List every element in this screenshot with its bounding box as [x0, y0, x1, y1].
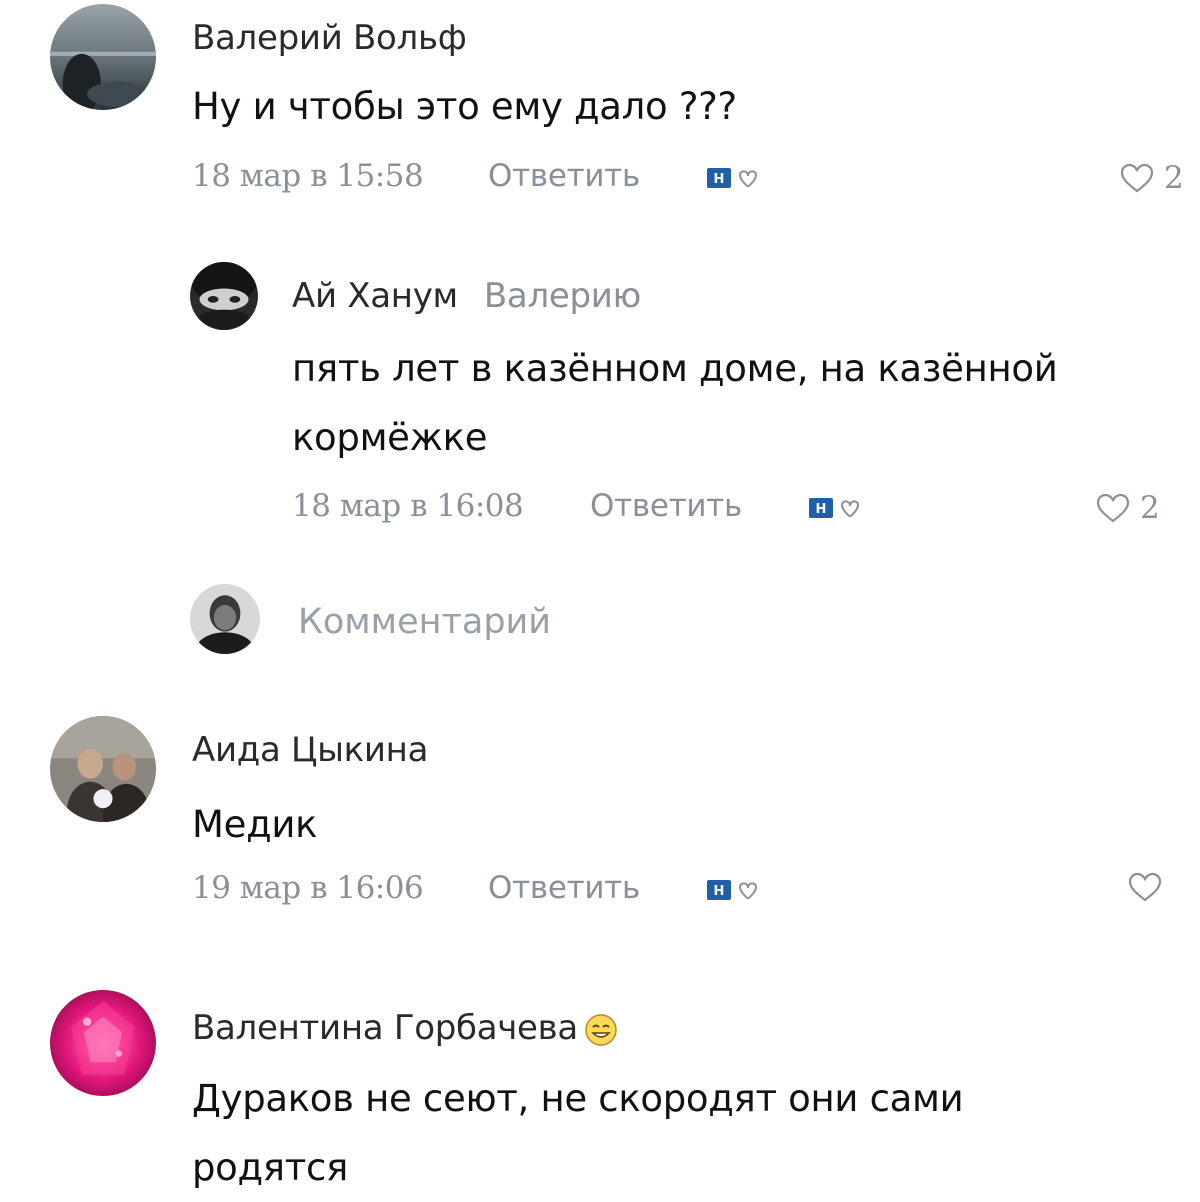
comment-text-line: пять лет в казённом доме, на казённой: [292, 347, 1058, 390]
reply-button[interactable]: Ответить: [590, 488, 742, 524]
reply-button[interactable]: Ответить: [488, 158, 640, 194]
comment-text: Дураков не сеют, не скородят они сами ро…: [192, 1064, 964, 1202]
comment-text-line: Ну и чтобы это ему дало ???: [192, 85, 737, 128]
comment-author[interactable]: Аида Цыкина: [192, 730, 428, 770]
like-count: 2: [1164, 160, 1184, 196]
avatar-ay-khanum[interactable]: [190, 262, 258, 330]
comment-text: Ну и чтобы это ему дало ???: [192, 72, 737, 141]
comment-text-line: Медик: [192, 803, 318, 846]
news-badge-icon[interactable]: Н: [808, 496, 866, 522]
svg-text:Н: Н: [816, 502, 827, 517]
comment-author: Ай Ханум Валерию: [292, 276, 641, 316]
like-count: 2: [1140, 490, 1160, 526]
like-button[interactable]: 2: [1120, 160, 1184, 196]
comment-author[interactable]: Валерий Вольф: [192, 18, 467, 58]
like-button[interactable]: 2: [1096, 490, 1160, 526]
smiling-face-emoji-icon: [585, 1013, 617, 1046]
comment-date: 19 мар в 16:06: [192, 870, 424, 906]
avatar-valeriy[interactable]: [50, 4, 156, 110]
avatar-aida[interactable]: [50, 716, 156, 822]
reply-to-name[interactable]: Валерию: [484, 276, 641, 316]
heart-outline-icon: [1096, 493, 1130, 523]
comment-text: Медик: [192, 790, 317, 859]
news-badge-icon[interactable]: Н: [706, 878, 764, 904]
comment-author-name[interactable]: Ай Ханум: [292, 276, 458, 316]
news-badge-icon[interactable]: Н: [706, 166, 764, 192]
like-button[interactable]: [1128, 872, 1172, 902]
comment-author: Валентина Горбачева: [192, 1008, 618, 1048]
comment-date: 18 мар в 16:08: [292, 488, 524, 524]
comment-author-name[interactable]: Валентина Горбачева: [192, 1008, 578, 1048]
comment-input[interactable]: Комментарий: [298, 602, 551, 642]
heart-outline-icon: [1120, 163, 1154, 193]
comment-text-line: Дураков не сеют, не скородят они сами: [192, 1077, 964, 1120]
comment-text: пять лет в казённом доме, на казённой ко…: [292, 334, 1058, 472]
comment-text-line: кормёжке: [292, 416, 488, 459]
svg-text:Н: Н: [714, 884, 725, 899]
heart-outline-icon: [1128, 872, 1162, 902]
svg-text:Н: Н: [714, 172, 725, 187]
reply-button[interactable]: Ответить: [488, 870, 640, 906]
avatar-valentina[interactable]: [50, 990, 156, 1096]
comment-date: 18 мар в 15:58: [192, 158, 424, 194]
current-user-avatar: [190, 584, 260, 654]
comment-text-line: родятся: [192, 1146, 349, 1189]
